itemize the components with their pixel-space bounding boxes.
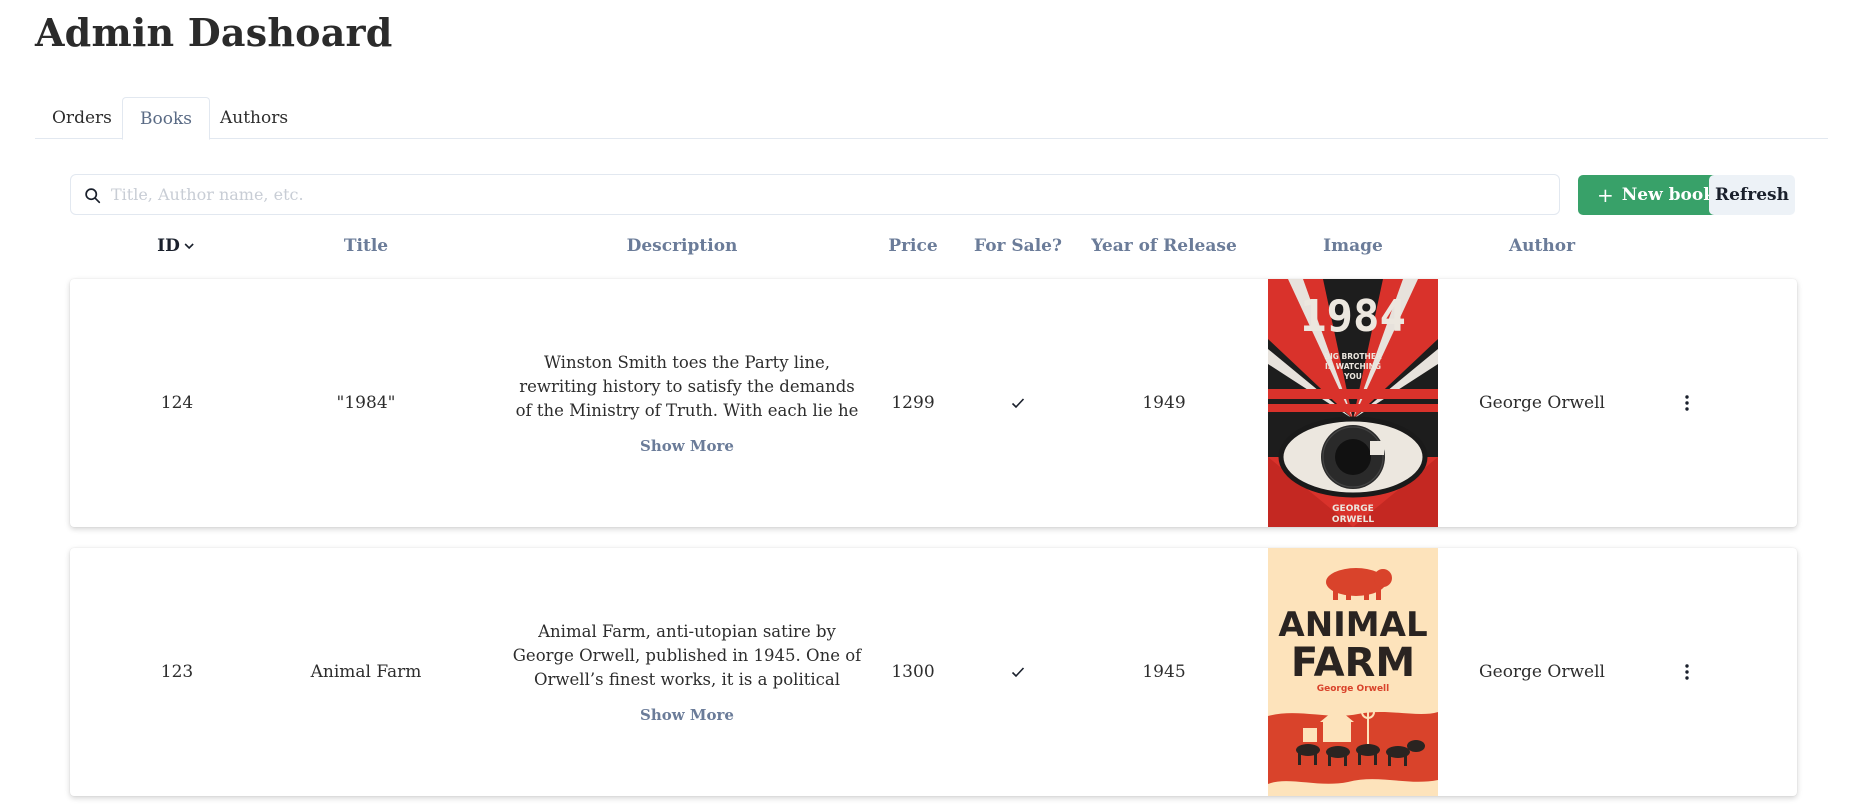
column-header-title[interactable]: Title	[344, 236, 388, 256]
chevron-down-icon	[184, 243, 194, 250]
check-icon	[1011, 398, 1025, 409]
check-icon	[1011, 667, 1025, 678]
tab-authors[interactable]: Authors	[203, 97, 305, 139]
cell-description: Winston Smith toes the Party line, rewri…	[515, 353, 859, 420]
refresh-button[interactable]: Refresh	[1709, 175, 1795, 215]
search-field[interactable]	[70, 174, 1560, 215]
tab-bar: Orders Books Authors	[35, 97, 1828, 140]
cover-author-2: ORWELL	[1332, 515, 1374, 525]
book-cover-image: ANIMAL FARM George Orwell	[1268, 548, 1438, 796]
cell-title: Animal Farm	[310, 662, 422, 682]
more-options-icon[interactable]	[1679, 662, 1695, 682]
show-more-link[interactable]: Show More	[640, 437, 734, 455]
column-header-image[interactable]: Image	[1323, 236, 1383, 256]
column-header-year[interactable]: Year of Release	[1091, 236, 1237, 256]
cover-title-2: FARM	[1291, 640, 1415, 686]
more-options-icon[interactable]	[1679, 393, 1695, 413]
cell-id: 124	[160, 393, 194, 413]
column-header-id[interactable]: ID	[157, 236, 195, 256]
cell-price: 1300	[891, 662, 935, 682]
cell-id: 123	[160, 662, 194, 682]
cover-tagline-3: YOU	[1343, 372, 1362, 381]
tab-books[interactable]: Books	[122, 97, 210, 140]
cell-title: "1984"	[336, 393, 396, 413]
new-book-label: New book	[1621, 185, 1716, 205]
cover-tagline-1: BIG BROTHER	[1324, 352, 1382, 361]
column-header-author[interactable]: Author	[1509, 236, 1575, 256]
show-more-link[interactable]: Show More	[640, 706, 734, 724]
cover-title-1: ANIMAL	[1278, 605, 1427, 645]
plus-icon: +	[1596, 183, 1614, 207]
cell-description: Animal Farm, anti-utopian satire by Geor…	[512, 622, 862, 689]
column-header-description[interactable]: Description	[627, 236, 738, 256]
column-header-price[interactable]: Price	[888, 236, 937, 256]
cover-tagline-2: IS WATCHING	[1325, 362, 1381, 371]
table-row[interactable]: 124 "1984" Winston Smith toes the Party …	[70, 279, 1797, 527]
cell-year: 1949	[1142, 393, 1186, 413]
cell-year: 1945	[1142, 662, 1186, 682]
tab-orders[interactable]: Orders	[35, 97, 129, 139]
search-icon	[85, 188, 101, 204]
cover-author: George Orwell	[1317, 684, 1389, 694]
cover-title: 1984	[1300, 291, 1406, 342]
page-title: Admin Dashoard	[35, 10, 393, 55]
book-cover-image: 1984 BIG BROTHER IS WATCHING YOU GEORGE …	[1268, 279, 1438, 527]
table-row[interactable]: 123 Animal Farm Animal Farm, anti-utopia…	[70, 548, 1797, 796]
cover-author-1: GEORGE	[1332, 504, 1374, 514]
search-input[interactable]	[111, 175, 1551, 214]
cell-price: 1299	[891, 393, 935, 413]
column-header-for-sale[interactable]: For Sale?	[974, 236, 1062, 256]
cell-author: George Orwell	[1479, 662, 1605, 682]
cell-author: George Orwell	[1479, 393, 1605, 413]
